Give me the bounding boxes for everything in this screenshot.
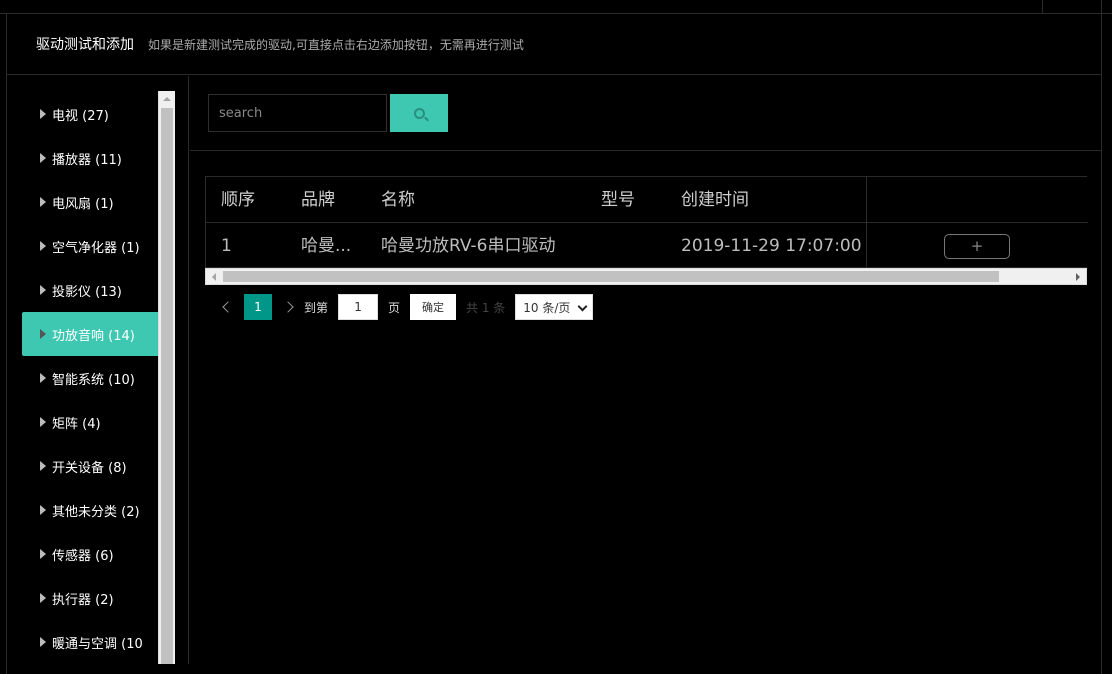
sidebar-item-label: 电风扇 (1) <box>52 196 114 212</box>
top-tab-strip <box>0 0 1112 14</box>
caret-right-icon <box>40 197 46 207</box>
sidebar-item-active[interactable]: 功放音响 (14) <box>22 312 159 356</box>
sidebar-item-label: 智能系统 (10) <box>52 372 135 388</box>
caret-right-icon <box>40 549 46 559</box>
column-header-model: 型号 <box>601 190 635 210</box>
sidebar-item[interactable]: 暖通与空调 (10 <box>22 620 159 664</box>
sidebar-item[interactable]: 执行器 (2) <box>22 576 159 620</box>
prev-page-icon[interactable] <box>218 294 234 320</box>
sidebar-item[interactable]: 智能系统 (10) <box>22 356 159 400</box>
sidebar-scrollbar[interactable] <box>158 91 175 664</box>
search-input[interactable] <box>208 94 387 132</box>
sidebar-item[interactable]: 电视 (27) <box>22 92 159 136</box>
page-header: 驱动测试和添加 如果是新建测试完成的驱动,可直接点击右边添加按钮，无需再进行测试 <box>6 14 1102 75</box>
caret-right-icon <box>40 109 46 119</box>
sidebar-item-label: 功放音响 (14) <box>52 328 135 344</box>
sidebar-item[interactable]: 电风扇 (1) <box>22 180 159 224</box>
page-unit-label: 页 <box>388 300 401 315</box>
current-page-button[interactable]: 1 <box>244 294 272 320</box>
caret-right-icon <box>40 637 46 647</box>
scroll-right-arrow-icon[interactable] <box>1070 269 1086 284</box>
page-size-value: 10 条/页 <box>523 300 571 315</box>
total-count: 共 1 条 <box>466 300 506 315</box>
sidebar-item-label: 空气净化器 (1) <box>52 240 140 256</box>
sidebar-item[interactable]: 播放器 (11) <box>22 136 159 180</box>
caret-right-icon <box>40 461 46 471</box>
tab-separator <box>1101 0 1102 14</box>
scroll-up-arrow-icon[interactable] <box>159 91 175 107</box>
sidebar-item-label: 传感器 (6) <box>52 548 114 564</box>
add-driver-button[interactable]: + <box>944 234 1010 259</box>
confirm-goto-button[interactable]: 确定 <box>410 294 457 320</box>
table-row: 1 哈曼... 哈曼功放RV-6串口驱动 2019-11-29 17:07:00… <box>206 223 1088 269</box>
caret-right-icon <box>40 285 46 295</box>
search-bar <box>208 94 448 132</box>
goto-page-input[interactable] <box>338 294 379 320</box>
sidebar-item-label: 播放器 (11) <box>52 152 122 168</box>
tab-separator <box>1042 0 1043 14</box>
sidebar-item-label: 投影仪 (13) <box>52 284 122 300</box>
column-header-brand: 品牌 <box>301 190 335 210</box>
cell-model <box>601 223 671 269</box>
sidebar-item[interactable]: 传感器 (6) <box>22 532 159 576</box>
search-button[interactable] <box>390 94 448 132</box>
sidebar-item-label: 矩阵 (4) <box>52 416 101 432</box>
page-title: 驱动测试和添加 <box>36 37 134 53</box>
caret-right-icon <box>40 593 46 603</box>
cell-name: 哈曼功放RV-6串口驱动 <box>381 236 556 256</box>
caret-right-icon <box>40 241 46 251</box>
sidebar-item-label: 执行器 (2) <box>52 592 114 608</box>
column-header-name: 名称 <box>381 190 415 210</box>
goto-label: 到第 <box>304 300 329 315</box>
table-horizontal-scrollbar[interactable] <box>205 268 1087 285</box>
cell-order: 1 <box>221 236 232 256</box>
pagination: 1 到第 页 确定 共 1 条 10 条/页 <box>218 294 594 320</box>
sidebar-item[interactable]: 空气净化器 (1) <box>22 224 159 268</box>
main-content: 顺序 品牌 名称 型号 创建时间 1 哈曼... 哈曼功放RV-6串口驱动 20… <box>190 76 1102 664</box>
page-hint: 如果是新建测试完成的驱动,可直接点击右边添加按钮，无需再进行测试 <box>148 37 524 52</box>
sidebar-item-label: 暖通与空调 (10 <box>52 636 143 652</box>
sidebar-item[interactable]: 矩阵 (4) <box>22 400 159 444</box>
caret-right-icon <box>40 417 46 427</box>
sidebar-item[interactable]: 开关设备 (8) <box>22 444 159 488</box>
search-icon <box>413 107 425 119</box>
column-header-created: 创建时间 <box>681 190 749 210</box>
caret-right-icon <box>40 373 46 383</box>
sidebar-item-label: 其他未分类 (2) <box>52 504 140 520</box>
cell-created: 2019-11-29 17:07:00 <box>681 236 861 256</box>
scrollbar-thumb[interactable] <box>223 271 999 282</box>
caret-right-icon <box>40 505 46 515</box>
caret-right-icon <box>40 329 46 339</box>
scroll-left-arrow-icon[interactable] <box>206 269 222 284</box>
page-size-select[interactable]: 10 条/页 <box>515 294 594 320</box>
cell-brand: 哈曼... <box>301 236 352 256</box>
scrollbar-thumb[interactable] <box>161 108 173 664</box>
sidebar-item[interactable]: 其他未分类 (2) <box>22 488 159 532</box>
content-divider <box>190 150 1102 151</box>
category-list: 电视 (27) 播放器 (11) 电风扇 (1) 空气净化器 (1) 投影仪 (… <box>22 92 159 664</box>
sidebar-item[interactable]: 投影仪 (13) <box>22 268 159 312</box>
operation-column-divider <box>866 177 867 268</box>
caret-right-icon <box>40 153 46 163</box>
next-page-icon[interactable] <box>282 294 298 320</box>
driver-table: 顺序 品牌 名称 型号 创建时间 1 哈曼... 哈曼功放RV-6串口驱动 20… <box>205 176 1088 269</box>
sidebar-item-label: 开关设备 (8) <box>52 460 127 476</box>
column-header-order: 顺序 <box>221 190 255 210</box>
sidebar-item-label: 电视 (27) <box>52 108 109 124</box>
table-header: 顺序 品牌 名称 型号 创建时间 <box>206 177 1088 223</box>
